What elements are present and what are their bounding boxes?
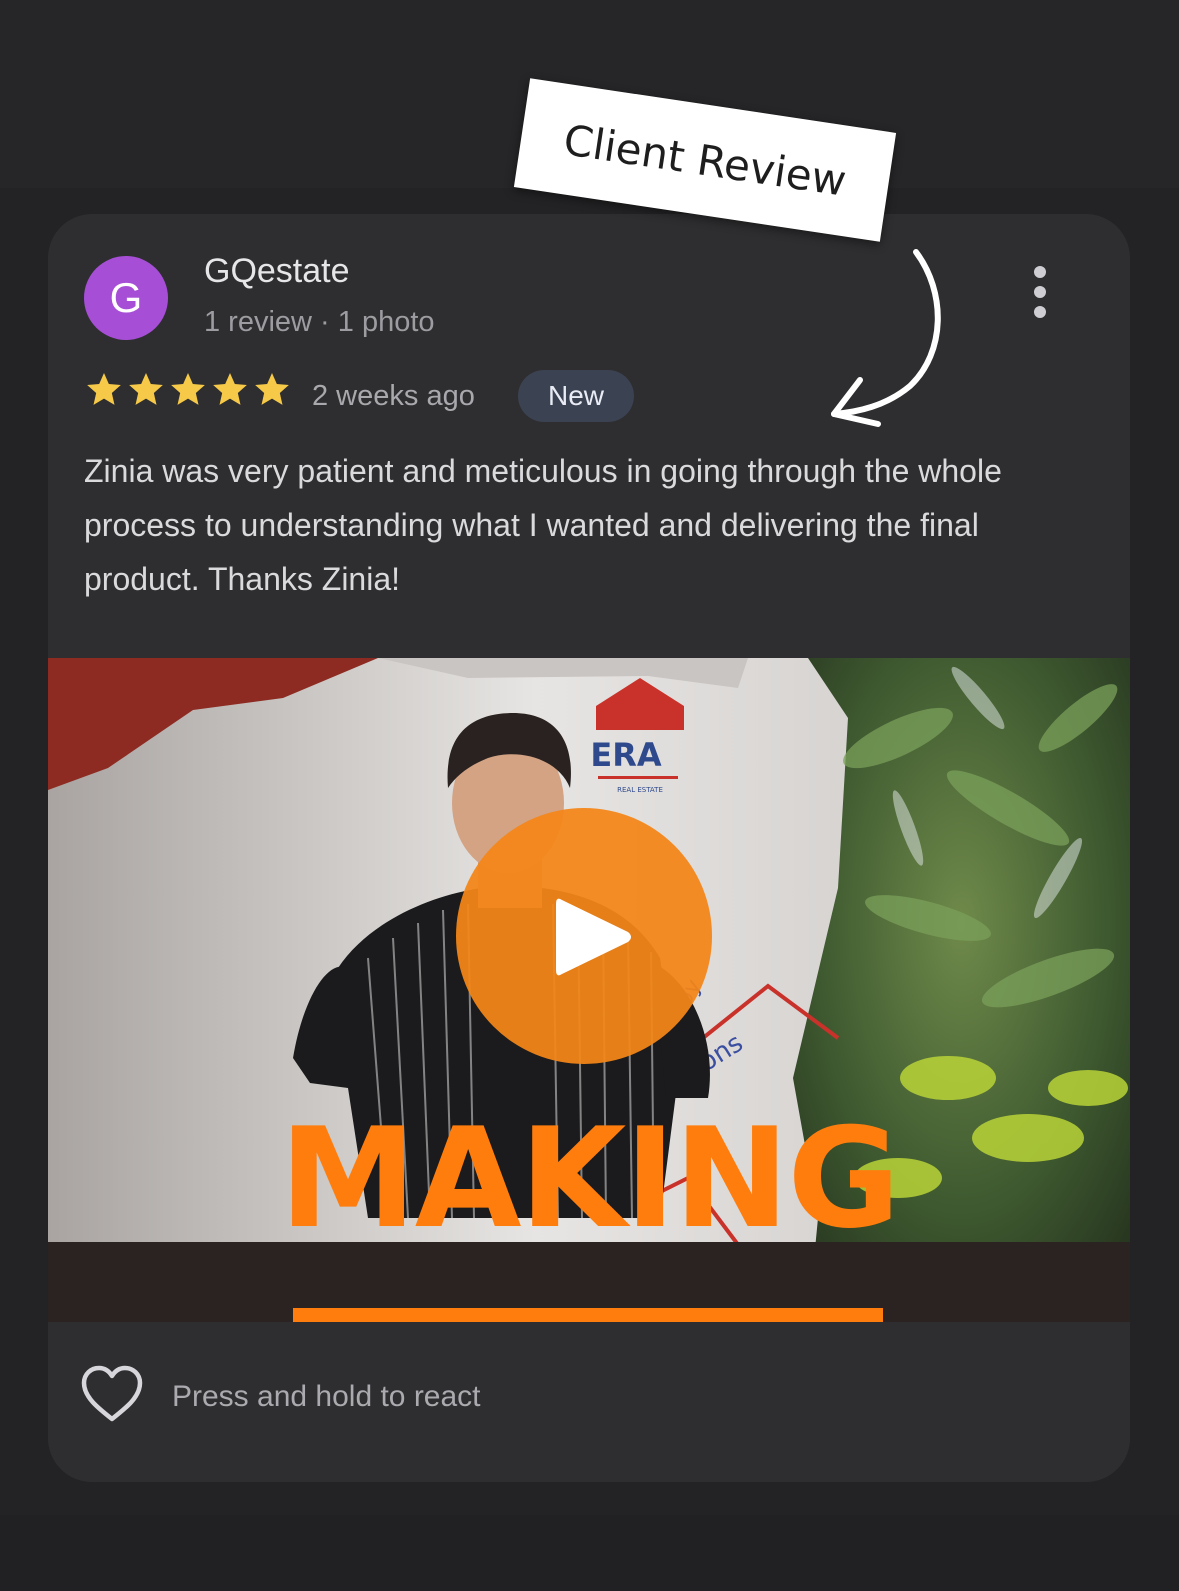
avatar[interactable]: G: [84, 256, 168, 340]
review-time: 2 weeks ago: [312, 380, 475, 412]
more-vertical-icon[interactable]: [1026, 266, 1054, 318]
review-card: G GQestate 1 review · 1 photo 2 weeks ag…: [48, 214, 1130, 1482]
play-icon: [556, 898, 631, 976]
star-icon: [171, 373, 205, 405]
star-rating: [84, 370, 294, 410]
era-logo-subtext: REAL ESTATE: [617, 786, 663, 794]
annotation-label: Client Review: [560, 114, 850, 206]
star-icon: [213, 373, 247, 405]
play-button[interactable]: [456, 808, 712, 1064]
era-logo-text: ERA: [590, 736, 662, 774]
star-icon: [255, 373, 289, 405]
bottom-background: [0, 1515, 1179, 1591]
reviewer-name[interactable]: GQestate: [204, 252, 350, 291]
video-overlay-title: MAKING: [279, 1098, 900, 1259]
star-icon: [87, 373, 121, 405]
star-icon: [129, 373, 163, 405]
heart-outline-icon[interactable]: [80, 1364, 144, 1424]
new-badge: New: [518, 370, 634, 422]
reaction-bar[interactable]: Press and hold to react: [48, 1322, 1130, 1482]
react-prompt: Press and hold to react: [172, 1380, 481, 1413]
reviewer-meta: 1 review · 1 photo: [204, 306, 435, 338]
curved-arrow-icon: [831, 249, 941, 427]
review-text: Zinia was very patient and meticulous in…: [84, 453, 1002, 597]
video-thumbnail[interactable]: ERA REAL ESTATE ERAtions by: [48, 658, 1130, 1322]
